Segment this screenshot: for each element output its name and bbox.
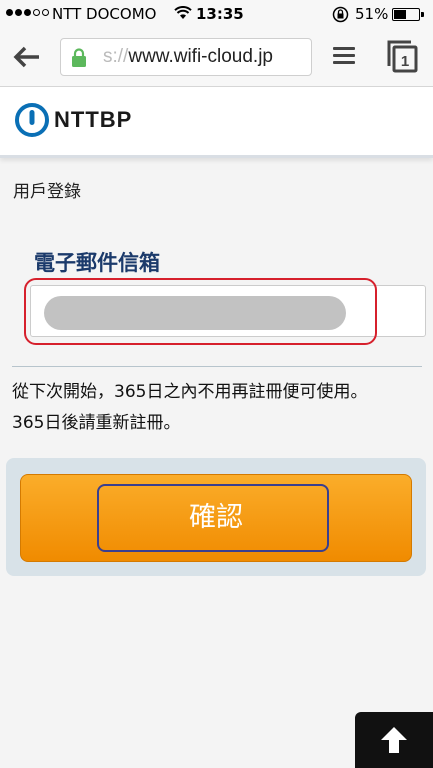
- signal-strength-icon: [6, 9, 49, 16]
- logo-text: NTTBP: [54, 107, 133, 132]
- notice-text-2: 365日後請重新註冊。: [12, 413, 181, 433]
- status-bar: NTT DOCOMO 13:35 51%: [0, 0, 433, 30]
- url-bar[interactable]: s://www.wifi-cloud.jp: [60, 38, 312, 76]
- rotation-lock-icon: [332, 6, 349, 27]
- back-button[interactable]: [12, 42, 46, 72]
- battery-percent: 51%: [355, 5, 389, 23]
- browser-toolbar: s://www.wifi-cloud.jp 1: [0, 30, 433, 87]
- nttbp-logo-icon: [14, 102, 50, 142]
- url-text: s://www.wifi-cloud.jp: [103, 46, 273, 67]
- lock-icon: [70, 48, 88, 72]
- scroll-to-top-button[interactable]: [355, 712, 433, 768]
- email-field-container: [30, 285, 426, 337]
- confirm-button[interactable]: [20, 474, 412, 562]
- up-arrow-icon: [381, 727, 407, 753]
- carrier-name: NTT DOCOMO: [52, 5, 157, 23]
- page-title: 用戶登錄: [13, 182, 81, 202]
- divider: [12, 366, 422, 367]
- email-input[interactable]: [31, 286, 425, 336]
- notice-text: 從下次開始，365日之內不用再註冊便可使用。: [12, 382, 368, 402]
- menu-button[interactable]: [330, 44, 358, 72]
- battery-icon: [392, 8, 424, 21]
- clock: 13:35: [196, 5, 244, 23]
- svg-text:1: 1: [401, 53, 409, 70]
- tabs-button[interactable]: 1: [385, 38, 419, 74]
- wifi-icon: [174, 6, 192, 24]
- tabs-icon: 1: [387, 40, 418, 73]
- site-header: NTTBP: [0, 87, 433, 158]
- email-label: 電子郵件信箱: [34, 251, 160, 275]
- back-arrow-icon: [13, 46, 39, 68]
